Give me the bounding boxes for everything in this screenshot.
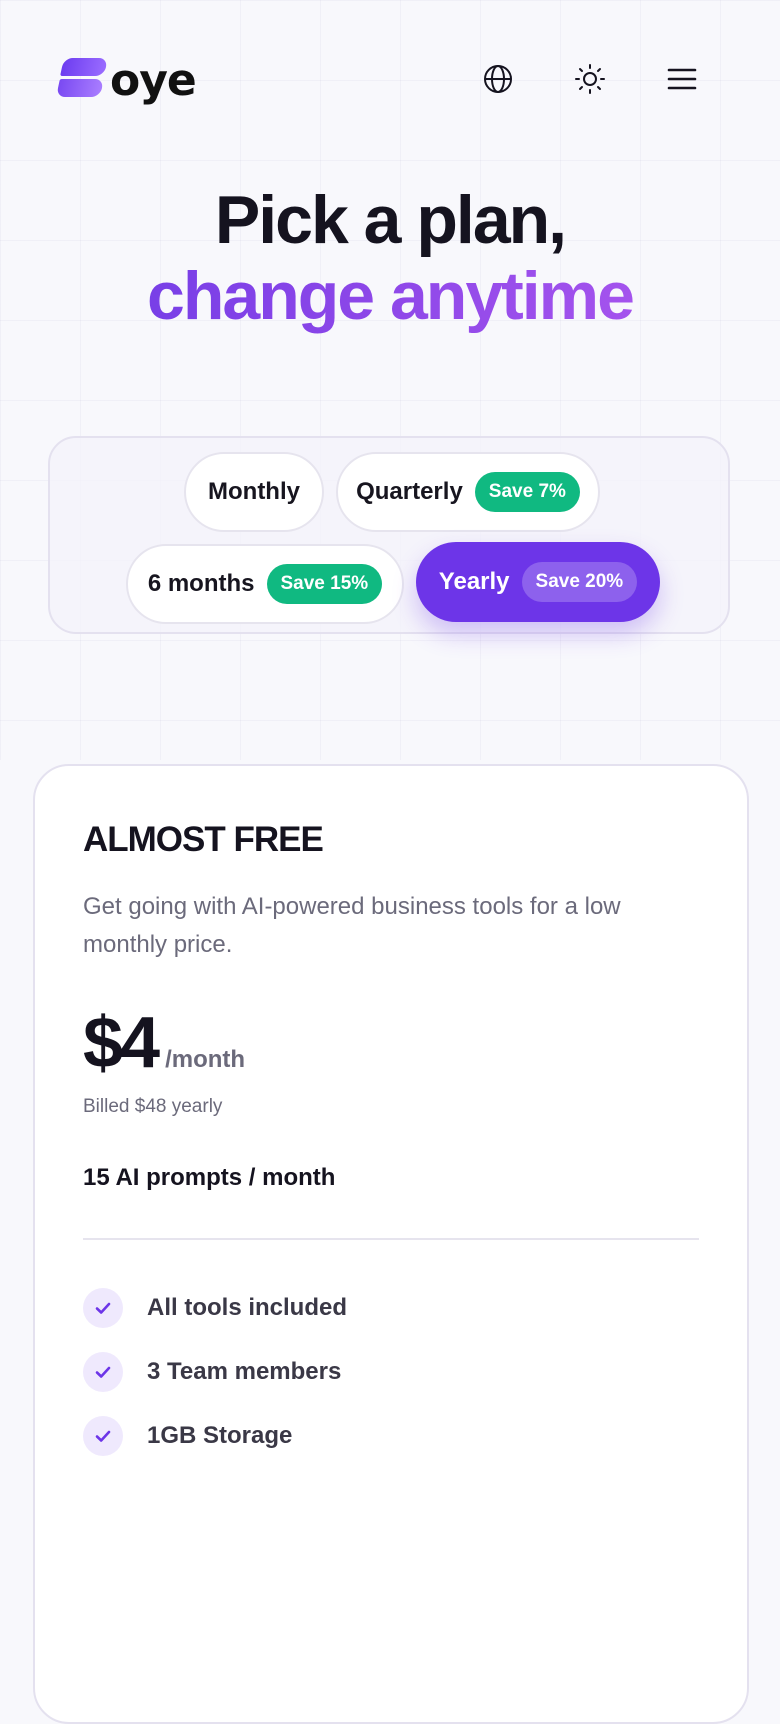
logo[interactable]: oye (56, 50, 197, 106)
feature-label: 1GB Storage (147, 1422, 293, 1449)
savings-badge: Save 7% (474, 472, 580, 512)
savings-badge: Save 15% (266, 564, 383, 604)
title-line-2: change anytime (0, 258, 780, 334)
billing-option-label: Yearly (438, 568, 510, 595)
title-line-1: Pick a plan, (214, 182, 567, 258)
feature-item: All tools included (83, 1288, 683, 1328)
billing-option-label: Quarterly (356, 478, 463, 505)
feature-label: All tools included (147, 1294, 348, 1321)
feature-item: 1GB Storage (83, 1416, 683, 1456)
billing-option-yearly[interactable]: Yearly Save 20% (416, 542, 660, 622)
billing-note: Billed $48 yearly (83, 1096, 223, 1117)
feature-item: 3 Team members (83, 1352, 683, 1392)
globe-icon[interactable] (479, 60, 517, 98)
check-icon (83, 1352, 123, 1392)
logo-text: oye (110, 54, 197, 106)
logo-mark-icon (56, 55, 108, 101)
plan-description: Get going with AI-powered business tools… (83, 893, 621, 958)
billing-period-selector: Monthly Quarterly Save 7% 6 months Save … (48, 436, 730, 634)
site-header: oye (0, 0, 780, 160)
menu-icon[interactable] (663, 60, 701, 98)
plan-price: $4 /month (83, 1002, 245, 1084)
billing-option-label: 6 months (147, 570, 255, 597)
billing-option-6-months[interactable]: 6 months Save 15% (126, 544, 404, 624)
check-icon (83, 1416, 123, 1456)
prompt-allowance: 15 AI prompts / month (83, 1164, 336, 1191)
savings-badge: Save 20% (521, 562, 638, 602)
hero: Pick a plan, change anytime (0, 182, 780, 334)
pricing-card: ALMOST FREE Get going with AI-powered bu… (33, 764, 749, 1724)
sun-icon[interactable] (571, 60, 609, 98)
billing-option-monthly[interactable]: Monthly (184, 452, 324, 532)
divider (83, 1238, 699, 1240)
check-icon (83, 1288, 123, 1328)
feature-label: 3 Team members (147, 1358, 342, 1385)
price-period: /month (165, 1046, 246, 1073)
plan-name: ALMOST FREE (83, 820, 324, 859)
feature-list: All tools included 3 Team members 1GB St… (83, 1288, 683, 1480)
billing-option-label: Monthly (208, 478, 300, 505)
price-amount: $4 (83, 1003, 160, 1083)
billing-option-quarterly[interactable]: Quarterly Save 7% (336, 452, 600, 532)
page-title: Pick a plan, change anytime (0, 182, 780, 334)
